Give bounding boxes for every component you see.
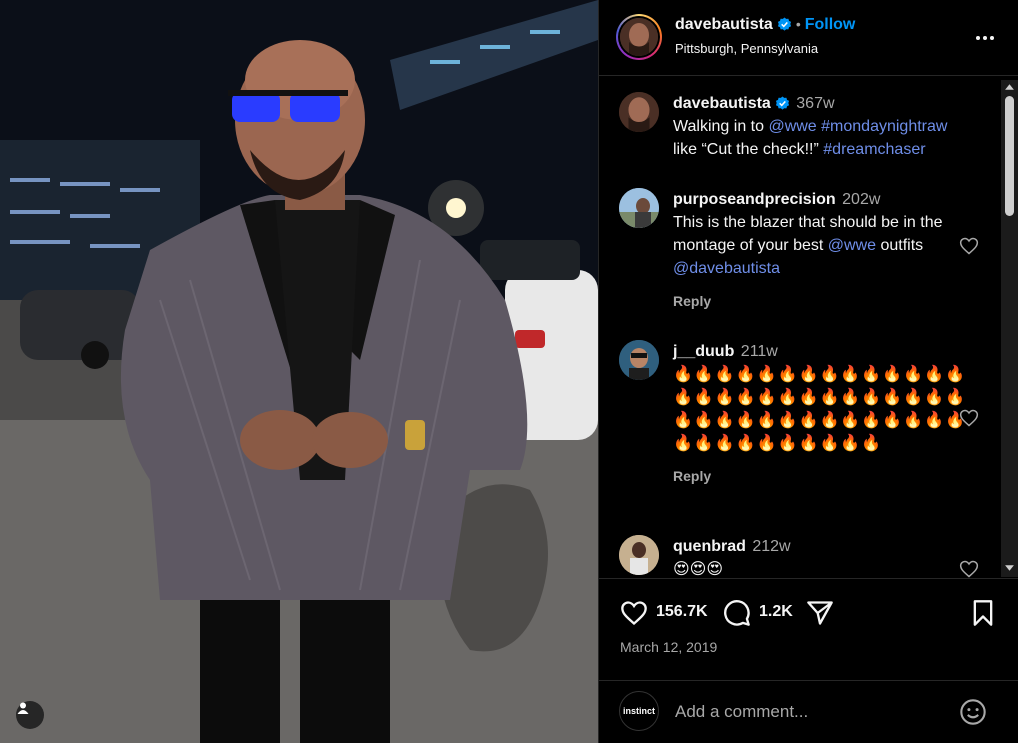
separator-dot: • — [795, 16, 801, 32]
current-user-avatar-text: instinct — [622, 706, 655, 716]
comment-text: 🔥🔥🔥🔥🔥🔥🔥🔥🔥🔥🔥🔥🔥🔥🔥🔥🔥🔥🔥🔥🔥🔥🔥🔥🔥🔥🔥🔥🔥🔥🔥🔥🔥🔥🔥🔥🔥🔥🔥🔥… — [673, 366, 966, 452]
post-location[interactable]: Pittsburgh, Pennsylvania — [675, 41, 818, 56]
comments-scrollbar[interactable] — [1001, 80, 1018, 577]
caption-mention[interactable]: @wwe — [768, 118, 816, 135]
comment-time: 212w — [752, 538, 791, 555]
user-photo-icon — [619, 340, 659, 380]
comment-text: 😍😍😍 — [673, 561, 724, 578]
author-avatar — [620, 18, 658, 56]
comment-time: 211w — [740, 343, 778, 360]
header-title-row: davebautista • Follow — [675, 16, 855, 34]
comment-time: 202w — [842, 191, 881, 208]
reply-button[interactable]: Reply — [673, 290, 973, 313]
caption-hashtag-2[interactable]: #dreamchaser — [823, 141, 925, 158]
comment-mention-1[interactable]: @wwe — [828, 237, 876, 254]
comment-input[interactable] — [675, 699, 945, 725]
caption-username[interactable]: davebautista — [673, 95, 771, 112]
scrollbar-thumb[interactable] — [1005, 96, 1014, 216]
like-comment-heart-icon[interactable] — [959, 236, 979, 256]
comment-avatar[interactable] — [619, 340, 659, 380]
post-actions: 156.7K 1.2K March 12, 2019 — [599, 578, 1018, 690]
follow-button[interactable]: Follow — [805, 16, 856, 33]
comment-avatar[interactable] — [619, 188, 659, 228]
current-user-avatar[interactable]: instinct — [619, 691, 659, 731]
emoji-smiley-icon[interactable] — [959, 698, 987, 726]
caption-text-middle: like “Cut the check!!” — [673, 141, 824, 158]
user-photo-icon — [619, 188, 659, 228]
caption-avatar[interactable] — [619, 92, 659, 132]
post-header: davebautista • Follow Pittsburgh, Pennsylv… — [599, 0, 1018, 76]
caption-time: 367w — [796, 95, 835, 112]
comment-username[interactable]: quenbrad — [673, 538, 746, 555]
comments-list[interactable]: davebautista 367w Walking in to @wwe #mo… — [599, 77, 1018, 578]
caption-text: Walking in to @wwe #mondaynightraw like “… — [673, 118, 947, 158]
scroll-up-arrow-icon[interactable] — [1004, 82, 1015, 93]
post-photo — [0, 0, 598, 743]
more-options-icon[interactable] — [973, 28, 997, 48]
like-comment-heart-icon[interactable] — [959, 408, 979, 428]
verified-badge-icon — [775, 96, 789, 110]
likes-count[interactable]: 156.7K — [656, 603, 708, 621]
post-details-panel: davebautista • Follow Pittsburgh, Pennsylv… — [598, 0, 1018, 743]
post-media[interactable] — [0, 0, 598, 743]
save-bookmark-icon[interactable] — [969, 599, 997, 627]
comment-text: This is the blazer that should be in the… — [673, 214, 943, 277]
comment-body: j__duub 211w 🔥🔥🔥🔥🔥🔥🔥🔥🔥🔥🔥🔥🔥🔥🔥🔥🔥🔥🔥🔥🔥🔥🔥🔥🔥🔥🔥… — [673, 340, 973, 488]
comment-username[interactable]: j__duub — [673, 343, 734, 360]
add-comment-bar: instinct — [599, 680, 1018, 743]
comment-mention-2[interactable]: @davebautista — [673, 260, 780, 277]
author-username[interactable]: davebautista — [675, 16, 773, 33]
comment-text-middle: outfits — [876, 237, 924, 254]
author-avatar-ring[interactable] — [616, 14, 662, 60]
comment-body: quenbrad 212w 😍😍😍 — [673, 535, 973, 578]
tag-user-button[interactable] — [16, 701, 44, 729]
like-comment-heart-icon[interactable] — [959, 559, 979, 578]
caption-body: davebautista 367w Walking in to @wwe #mo… — [673, 92, 973, 161]
user-icon — [17, 702, 29, 714]
verified-badge-icon — [777, 17, 791, 31]
author-face-icon — [619, 92, 659, 132]
caption-hashtag-1[interactable]: #mondaynightraw — [821, 118, 947, 135]
comment-avatar[interactable] — [619, 535, 659, 575]
comment-body: purposeandprecision 202w This is the bla… — [673, 188, 973, 313]
reply-button[interactable]: Reply — [673, 465, 973, 488]
author-face-icon — [620, 18, 658, 56]
user-photo-icon — [619, 535, 659, 575]
comments-count[interactable]: 1.2K — [759, 603, 793, 621]
comment-username[interactable]: purposeandprecision — [673, 191, 836, 208]
comment-bubble-icon[interactable] — [723, 599, 751, 627]
scroll-down-arrow-icon[interactable] — [1004, 562, 1015, 573]
caption-text-prefix: Walking in to — [673, 118, 769, 135]
post-date: March 12, 2019 — [620, 639, 718, 655]
like-heart-icon[interactable] — [620, 599, 648, 627]
share-paper-plane-icon[interactable] — [806, 599, 834, 627]
